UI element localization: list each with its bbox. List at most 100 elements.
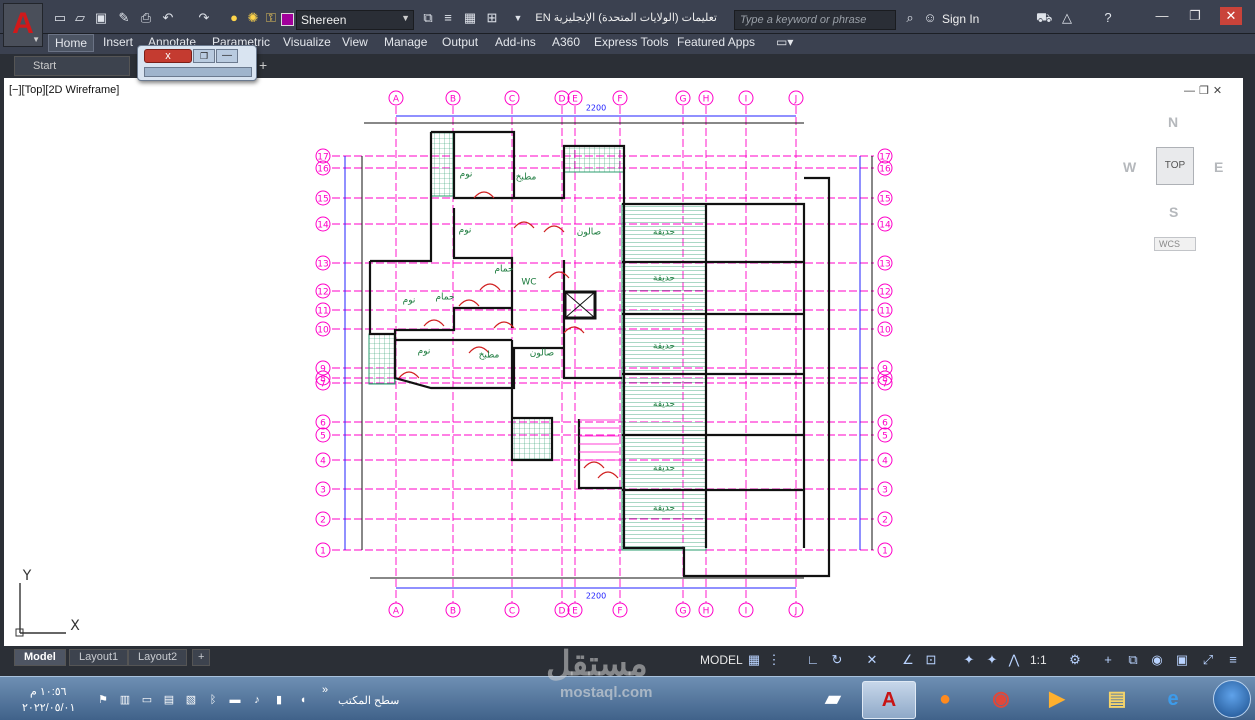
tab-start[interactable]: Start <box>14 56 130 76</box>
volume-icon[interactable]: ◖ <box>296 693 310 707</box>
taskbar-app-chrome[interactable]: ◉ <box>974 681 1028 719</box>
annotation-scale-icon[interactable]: ⋀ <box>1006 652 1022 668</box>
grid-label-left-1: 1 <box>320 547 326 557</box>
tab-visualize[interactable]: Visualize <box>277 34 337 52</box>
undo-icon[interactable]: ↶ <box>160 10 176 26</box>
tab-manage[interactable]: Manage <box>378 34 433 52</box>
tab-view[interactable]: View <box>336 34 374 52</box>
taskbar-app-ie[interactable]: e <box>1146 681 1200 719</box>
view-cube-top-face[interactable]: TOP <box>1156 147 1194 185</box>
ribbon-toggle-icon[interactable]: ▭▾ <box>770 34 799 52</box>
ortho-icon[interactable]: ∟ <box>805 652 821 668</box>
compass-west[interactable]: W <box>1123 159 1136 175</box>
exchange-apps-icon[interactable]: △ <box>1059 10 1075 26</box>
freeze-sun-icon[interactable]: ✺ <box>245 10 261 26</box>
snap-icon[interactable]: ⋮ <box>766 652 782 668</box>
auto-scale-icon[interactable]: ✦ <box>984 652 1000 668</box>
hardware-acceleration-icon[interactable]: ◉ <box>1149 652 1165 668</box>
scale-dropdown[interactable]: 1:1 <box>1030 653 1047 667</box>
polar-icon[interactable]: ↻ <box>829 652 845 668</box>
customization-menu-icon[interactable]: ≡ <box>1225 652 1241 668</box>
model-space-button[interactable]: MODEL <box>700 653 743 667</box>
clean-screen-icon[interactable]: ▣ <box>1174 652 1190 668</box>
layer-properties-icon[interactable]: ≡ <box>440 10 456 26</box>
compass-north[interactable]: N <box>1168 114 1178 130</box>
binoculars-search-icon[interactable]: ⌕ <box>902 10 918 26</box>
grid-label-right-16: 16 <box>879 165 891 175</box>
add-layout-button[interactable]: + <box>192 649 211 666</box>
workspace-gear-icon[interactable]: ⚙ <box>1067 652 1083 668</box>
network-icon[interactable]: ▥ <box>118 693 132 707</box>
viewport-controls-label[interactable]: [−][Top][2D Wireframe] <box>9 84 119 96</box>
tab-layout1[interactable]: Layout1 <box>69 649 129 666</box>
taskbar-app-firefox[interactable]: ● <box>918 681 972 719</box>
flag-icon[interactable]: ⚑ <box>96 693 110 707</box>
new-file-icon[interactable]: ▭ <box>52 10 68 26</box>
compass-east[interactable]: E <box>1214 159 1223 175</box>
taskbar-app-notes[interactable]: ▰ <box>806 681 860 719</box>
taskbar-app-media-player[interactable]: ▶ <box>1030 681 1084 719</box>
close-button[interactable]: x <box>144 49 192 63</box>
wcs-dropdown[interactable]: WCS <box>1154 237 1196 251</box>
print-icon[interactable]: ⎙ <box>138 10 154 26</box>
speaker-icon[interactable]: ♪ <box>250 693 264 707</box>
new-tab-button[interactable]: + <box>259 57 267 73</box>
layer-dropdown[interactable]: Shereen ▼ <box>296 10 414 30</box>
restore-icon[interactable]: ❐ <box>193 49 215 63</box>
bluetooth-icon[interactable]: ᛒ <box>206 693 220 707</box>
drive-icon[interactable]: ▬ <box>228 693 242 707</box>
annotation-visibility-icon[interactable]: ✦ <box>961 652 977 668</box>
lineweight-icon[interactable]: ∠ <box>900 652 916 668</box>
cart-icon[interactable]: ⛟ <box>1036 10 1052 26</box>
tab-home[interactable]: Home <box>48 34 95 52</box>
fullscreen-icon[interactable]: ⤢ <box>1200 652 1216 668</box>
help-icon[interactable]: ? <box>1100 10 1116 26</box>
minimize-icon[interactable]: — <box>1151 7 1173 25</box>
add-scale-icon[interactable]: + <box>1100 652 1116 668</box>
taskbar-app-autocad[interactable]: A <box>862 681 916 719</box>
clock-date[interactable]: ٢٠٢٢/٠٥/٠١ <box>22 701 75 714</box>
save-icon[interactable]: ▣ <box>93 10 109 26</box>
match-properties-icon[interactable]: ⧉ <box>420 10 436 26</box>
tab-output[interactable]: Output <box>436 34 484 52</box>
taskbar-app-explorer[interactable]: ▤ <box>1090 681 1144 719</box>
start-button[interactable] <box>1213 680 1251 718</box>
open-folder-icon[interactable]: ▱ <box>72 10 88 26</box>
restore-icon[interactable]: ❐ <box>1184 7 1206 25</box>
compass-south[interactable]: S <box>1169 204 1178 220</box>
user-icon[interactable]: ☺ <box>922 10 938 26</box>
tab-express-tools[interactable]: Express Tools <box>588 34 674 52</box>
drawing-canvas[interactable]: [−][Top][2D Wireframe] —❐✕ 1 7 1 7 16 16 15 15 1… <box>4 78 1243 646</box>
selection-cycling-icon[interactable]: ⊡ <box>923 652 939 668</box>
device-icon[interactable]: ▧ <box>184 693 198 707</box>
application-menu-button[interactable]: A ▼ <box>3 3 43 47</box>
osnap-icon[interactable]: ✕ <box>864 652 880 668</box>
layer-on-bulb-icon[interactable]: ● <box>226 10 242 26</box>
save-as-icon[interactable]: ✎ <box>116 10 132 26</box>
tab-a360[interactable]: A360 <box>546 34 586 52</box>
tab-insert[interactable]: Insert <box>97 34 139 52</box>
clock-time[interactable]: ١٠:٥٦ م <box>30 685 67 698</box>
calculator-icon[interactable]: ▦ <box>462 10 478 26</box>
redo-icon[interactable]: ↷ <box>196 10 212 26</box>
show-hidden-icons[interactable]: » <box>318 683 332 697</box>
viewport-window-controls[interactable]: —❐✕ <box>1184 84 1226 97</box>
close-icon[interactable]: ✕ <box>1220 7 1242 25</box>
customize-dropdown-icon[interactable]: ▼ <box>510 10 526 26</box>
sign-in-link[interactable]: Sign In <box>942 12 979 26</box>
grid-label-left-4: 4 <box>320 457 326 467</box>
search-input[interactable]: Type a keyword or phrase <box>734 10 896 30</box>
isolate-objects-icon[interactable]: ⧉ <box>1125 652 1141 668</box>
tab-model[interactable]: Model <box>14 649 66 666</box>
tab-layout2[interactable]: Layout2 <box>128 649 188 666</box>
desktop-toolbar-label[interactable]: سطح المكتب <box>338 694 399 707</box>
tab-add-ins[interactable]: Add-ins <box>489 34 542 52</box>
minimize-icon[interactable]: — <box>216 49 238 63</box>
display-icon[interactable]: ▤ <box>162 693 176 707</box>
tab-featured-apps[interactable]: Featured Apps <box>671 34 761 52</box>
table-icon[interactable]: ⊞ <box>484 10 500 26</box>
grid-icon[interactable]: ▦ <box>746 652 762 668</box>
power-icon[interactable]: ▮ <box>272 693 286 707</box>
unlock-icon[interactable]: ⚿ <box>263 10 279 26</box>
monitor-icon[interactable]: ▭ <box>140 693 154 707</box>
